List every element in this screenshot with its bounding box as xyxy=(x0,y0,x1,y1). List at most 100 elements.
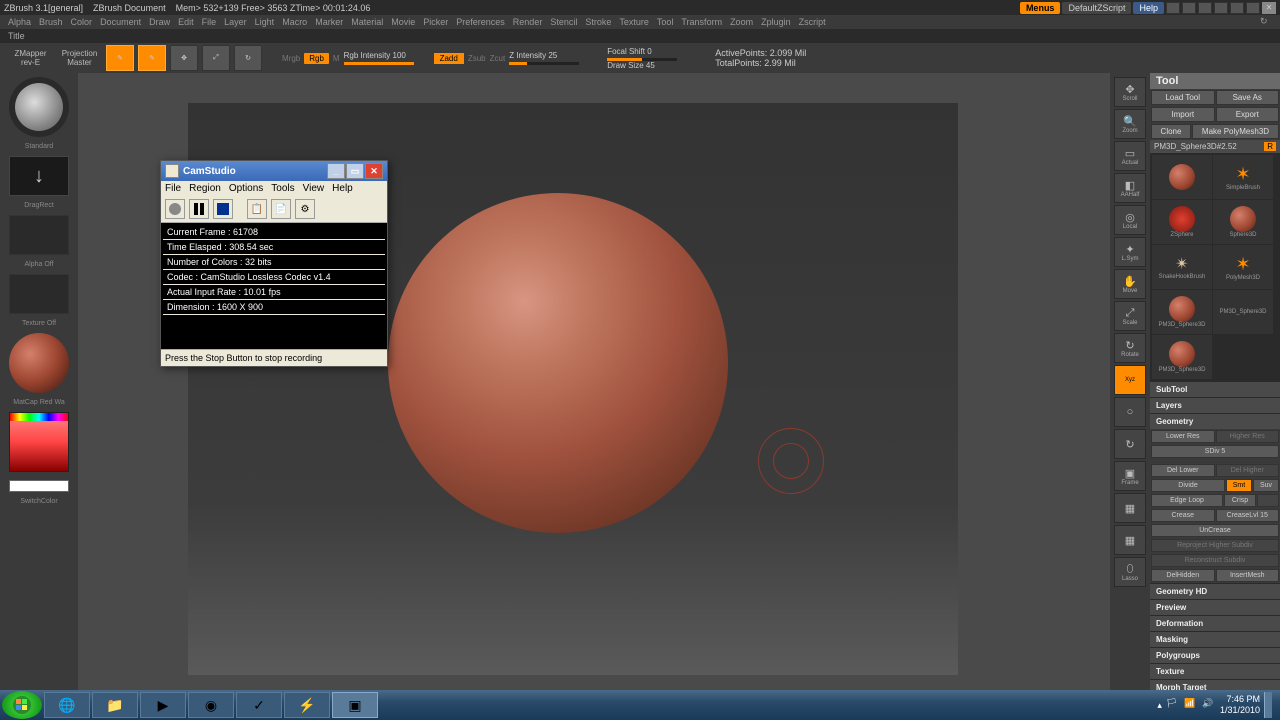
del-lower-button[interactable]: Del Lower xyxy=(1151,464,1215,477)
titlebar-icon-3[interactable] xyxy=(1198,2,1212,14)
edgeloop-button[interactable]: Edge Loop xyxy=(1151,494,1223,507)
blank-button-2[interactable]: ↻ xyxy=(1114,429,1146,459)
import-button[interactable]: Import xyxy=(1151,107,1215,122)
xyz-button[interactable]: Xyz xyxy=(1114,365,1146,395)
tool-thumb-current[interactable] xyxy=(1152,155,1212,199)
camstudio-window[interactable]: CamStudio _ ▭ ✕ File Region Options Tool… xyxy=(160,160,388,367)
scale-tool-button[interactable]: ⤢Scale xyxy=(1114,301,1146,331)
lower-res-button[interactable]: Lower Res xyxy=(1151,430,1215,443)
z-intensity-label[interactable]: Z Intensity 25 xyxy=(509,51,579,60)
focal-shift-slider[interactable] xyxy=(607,58,677,61)
deformation-section[interactable]: Deformation xyxy=(1150,615,1280,631)
menu-zplugin[interactable]: Zplugin xyxy=(761,17,791,27)
zcut-button[interactable]: Zcut xyxy=(490,54,506,63)
del-higher-button[interactable]: Del Higher xyxy=(1216,464,1280,477)
task-media[interactable]: ▶ xyxy=(140,692,186,718)
menu-zscript[interactable]: Zscript xyxy=(799,17,826,27)
task-ie[interactable]: 🌐 xyxy=(44,692,90,718)
brush-thumbnail[interactable] xyxy=(9,77,69,137)
export-button[interactable]: Export xyxy=(1216,107,1280,122)
tool-thumb-pm3d-b[interactable]: PM3D_Sphere3D xyxy=(1213,290,1273,334)
cam-menu-options[interactable]: Options xyxy=(229,183,263,194)
task-explorer[interactable]: 📁 xyxy=(92,692,138,718)
menu-color[interactable]: Color xyxy=(71,17,93,27)
titlebar-icon-1[interactable] xyxy=(1166,2,1180,14)
cam-settings-button[interactable]: ⚙ xyxy=(295,199,315,219)
smt-button[interactable]: Smt xyxy=(1226,479,1252,492)
color-picker[interactable] xyxy=(9,412,69,472)
menu-stencil[interactable]: Stencil xyxy=(550,17,577,27)
help-button[interactable]: Help xyxy=(1133,2,1164,14)
geometryhd-section[interactable]: Geometry HD xyxy=(1150,583,1280,599)
show-desktop-button[interactable] xyxy=(1264,692,1272,718)
tool-thumb-simplebrush[interactable]: ✶SimpleBrush xyxy=(1213,155,1273,199)
geometry-section[interactable]: Geometry xyxy=(1150,413,1280,429)
edit-icon[interactable]: ✎ xyxy=(106,45,134,71)
lasso-button[interactable]: ⬯Lasso xyxy=(1114,557,1146,587)
load-tool-button[interactable]: Load Tool xyxy=(1151,90,1215,105)
menu-edit[interactable]: Edit xyxy=(178,17,194,27)
crease-button[interactable]: Crease xyxy=(1151,509,1215,522)
texture-thumbnail[interactable] xyxy=(9,274,69,314)
tool-thumb-pm3d-a[interactable]: PM3D_Sphere3D xyxy=(1152,290,1212,334)
rgb-button[interactable]: Rgb xyxy=(304,53,329,64)
task-hp[interactable]: ◉ xyxy=(188,692,234,718)
cam-record-button[interactable] xyxy=(165,199,185,219)
tool-thumb-zsphere[interactable]: ZSphere xyxy=(1152,200,1212,244)
cam-annotate-button[interactable]: 📋 xyxy=(247,199,267,219)
flat-button[interactable] xyxy=(1257,494,1279,507)
maximize-icon[interactable] xyxy=(1246,2,1260,14)
rgb-intensity-slider[interactable] xyxy=(344,62,414,65)
move-icon[interactable]: ✥ xyxy=(170,45,198,71)
frame-button[interactable]: ▣Frame xyxy=(1114,461,1146,491)
uncrease-button[interactable]: UnCrease xyxy=(1151,524,1279,537)
make-polymesh3d-button[interactable]: Make PolyMesh3D xyxy=(1192,124,1279,139)
menu-material[interactable]: Material xyxy=(351,17,383,27)
scroll-button[interactable]: ✥Scroll xyxy=(1114,77,1146,107)
camstudio-titlebar[interactable]: CamStudio _ ▭ ✕ xyxy=(161,161,387,181)
cam-menu-file[interactable]: File xyxy=(165,183,181,194)
close-icon[interactable]: ✕ xyxy=(1262,2,1276,14)
crisp-button[interactable]: Crisp xyxy=(1224,494,1256,507)
draw-icon[interactable]: ✎ xyxy=(138,45,166,71)
cam-pause-button[interactable] xyxy=(189,199,209,219)
tool-thumb-pm3d-c[interactable]: PM3D_Sphere3D xyxy=(1152,335,1212,379)
menus-button[interactable]: Menus xyxy=(1020,2,1061,14)
cam-swf-button[interactable]: 📄 xyxy=(271,199,291,219)
cam-menu-view[interactable]: View xyxy=(303,183,325,194)
task-camstudio[interactable]: ▣ xyxy=(332,692,378,718)
masking-section[interactable]: Masking xyxy=(1150,631,1280,647)
layers-section[interactable]: Layers xyxy=(1150,397,1280,413)
start-button[interactable] xyxy=(2,691,42,719)
m-button[interactable]: M xyxy=(333,54,340,63)
cam-minimize-icon[interactable]: _ xyxy=(327,163,345,179)
mrgb-button[interactable]: Mrgb xyxy=(282,54,300,63)
cam-menu-region[interactable]: Region xyxy=(189,183,221,194)
zoom-button[interactable]: 🔍Zoom xyxy=(1114,109,1146,139)
tool-panel-header[interactable]: Tool xyxy=(1150,73,1280,89)
menu-zoom[interactable]: Zoom xyxy=(730,17,753,27)
tray-volume-icon[interactable]: 🔊 xyxy=(1202,698,1216,712)
menu-stroke[interactable]: Stroke xyxy=(585,17,611,27)
move-tool-button[interactable]: ✋Move xyxy=(1114,269,1146,299)
cam-maximize-icon[interactable]: ▭ xyxy=(346,163,364,179)
menu-marker[interactable]: Marker xyxy=(315,17,343,27)
tray-network-icon[interactable]: 📶 xyxy=(1184,698,1198,712)
subtool-section[interactable]: SubTool xyxy=(1150,381,1280,397)
tray-flag-icon[interactable]: 🏳 xyxy=(1166,698,1180,712)
menu-picker[interactable]: Picker xyxy=(423,17,448,27)
menu-texture[interactable]: Texture xyxy=(619,17,649,27)
switch-color-swatch[interactable] xyxy=(9,480,69,492)
alpha-thumbnail[interactable] xyxy=(9,215,69,255)
cam-menu-help[interactable]: Help xyxy=(332,183,353,194)
menu-brush[interactable]: Brush xyxy=(39,17,63,27)
menu-transform[interactable]: Transform xyxy=(681,17,722,27)
zmapper-button[interactable]: ZMapper rev-E xyxy=(8,49,53,67)
titlebar-icon-4[interactable] xyxy=(1214,2,1228,14)
aahalf-button[interactable]: ◧AAHalf xyxy=(1114,173,1146,203)
suv-button[interactable]: Suv xyxy=(1253,479,1279,492)
menu-document[interactable]: Document xyxy=(100,17,141,27)
save-as-button[interactable]: Save As xyxy=(1216,90,1280,105)
menu-light[interactable]: Light xyxy=(255,17,275,27)
menu-macro[interactable]: Macro xyxy=(282,17,307,27)
